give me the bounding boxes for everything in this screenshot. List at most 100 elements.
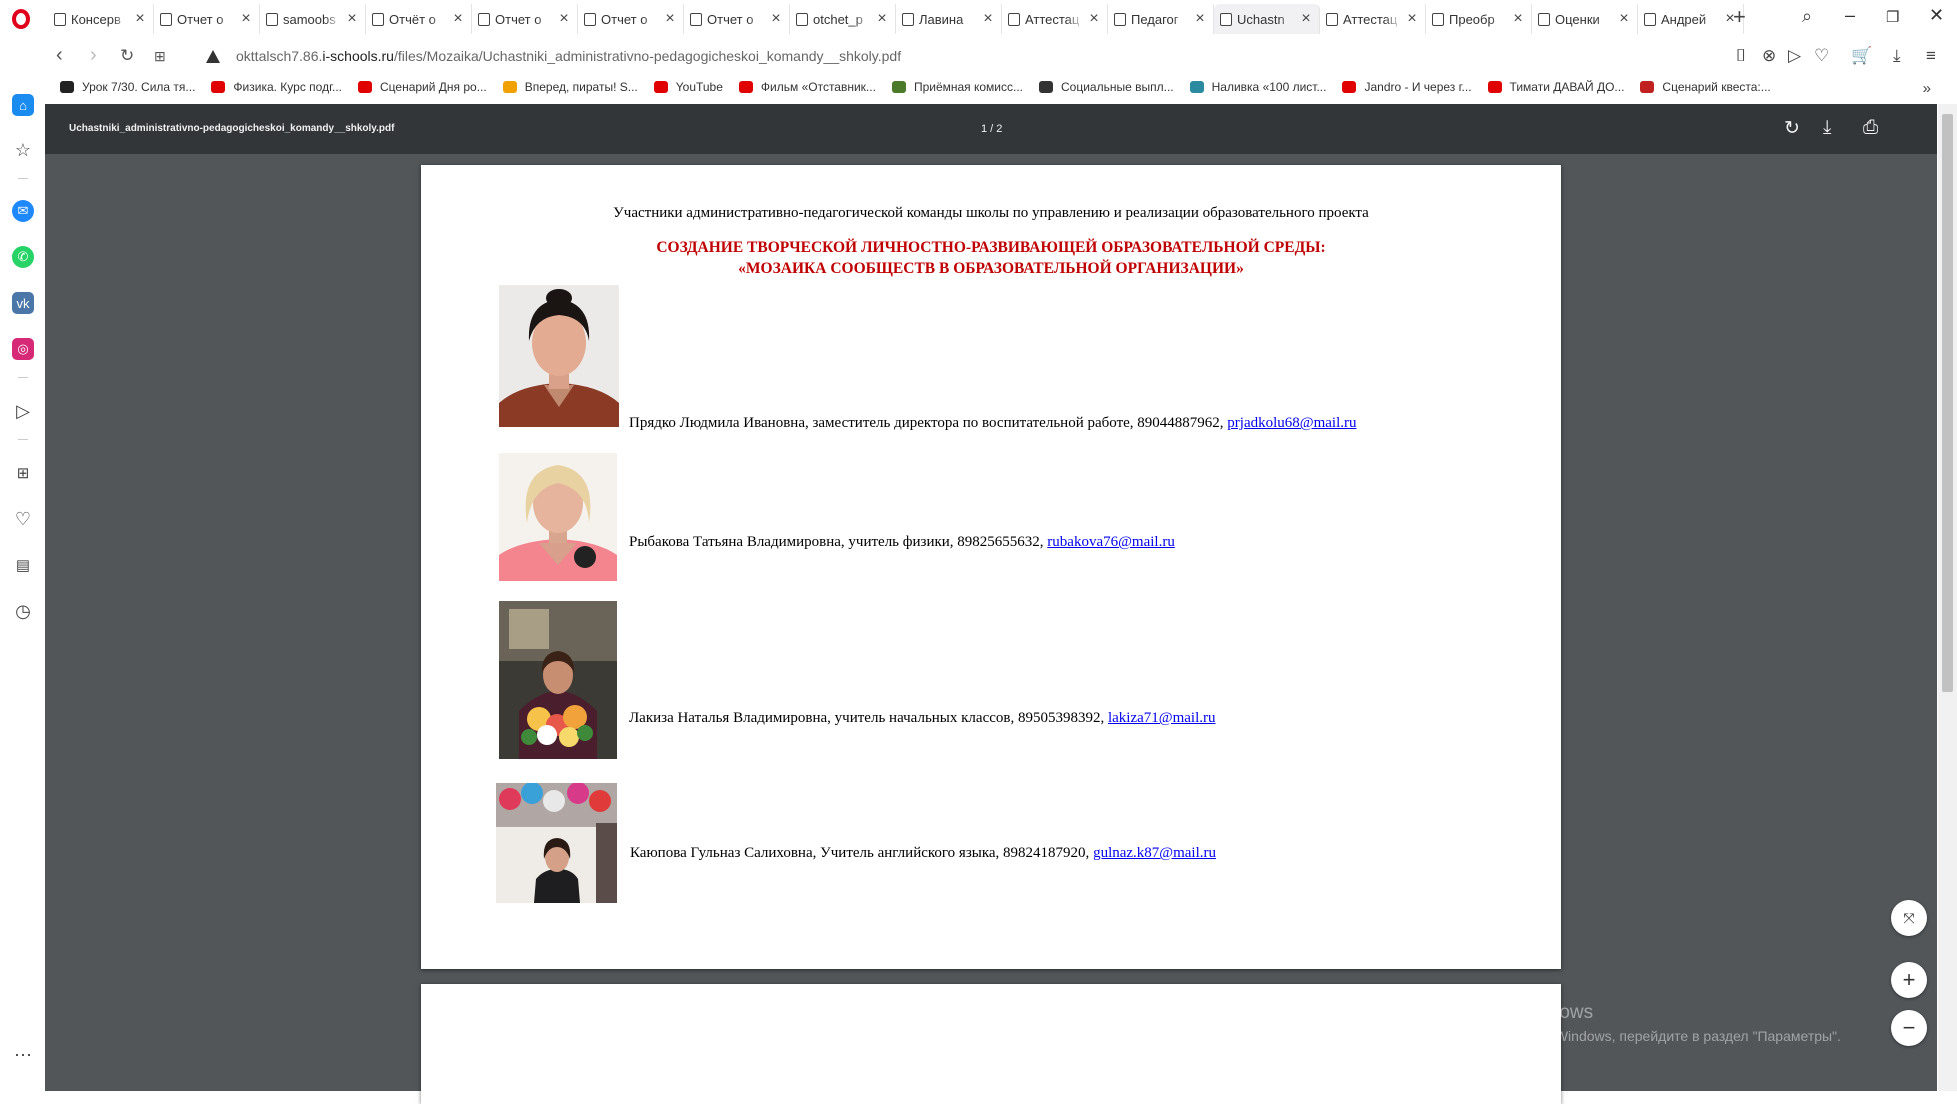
browser-tab[interactable]: samoobs × [260,4,366,34]
new-tab-button[interactable]: + [1733,4,1746,30]
print-icon[interactable]: ⎙ [1863,117,1878,139]
tab-close-icon[interactable]: × [345,10,359,28]
tab-close-icon[interactable]: × [875,10,889,28]
forward-icon[interactable]: › [90,44,97,67]
browser-tab[interactable]: Преобр × [1426,4,1532,34]
downloads-icon[interactable]: ⤓ [1893,46,1901,66]
bookmark-heart-icon[interactable]: ♡ [1814,46,1829,66]
tab-close-icon[interactable]: × [769,10,783,28]
tab-favicon-icon [1644,12,1656,26]
reload-icon[interactable]: ↻ [120,46,134,66]
not-secure-warning-icon[interactable] [206,50,220,63]
rotate-icon[interactable]: ↻ [1784,117,1800,140]
bookmark-favicon-icon [60,81,74,93]
bookmark-item[interactable]: Фильм «Отставник... [738,80,876,94]
browser-tab[interactable]: Отчет о × [684,4,790,34]
home-icon[interactable]: ⌂ [12,94,34,116]
speed-dial-icon[interactable]: ⊞ [154,48,166,65]
tab-close-icon[interactable]: × [1617,10,1631,28]
browser-tab[interactable]: Отчет о × [154,4,260,34]
zoom-out-icon[interactable]: − [1891,1010,1927,1046]
tab-close-icon[interactable]: × [451,10,465,28]
crypto-wallet-icon[interactable]: ☆ [12,139,34,161]
email-link[interactable]: gulnaz.k87@mail.ru [1093,845,1216,861]
fit-to-page-icon[interactable]: ⤧ [1891,900,1927,936]
messenger-icon[interactable]: ✉ [12,200,34,222]
bookmark-item[interactable]: Вперед, пираты! S... [502,80,638,94]
tab-title: Аттестац [1343,11,1398,27]
news-icon[interactable]: ▤ [12,554,34,576]
tab-close-icon[interactable]: × [1193,10,1207,28]
instagram-icon[interactable]: ◎ [12,338,34,360]
bookmarks-more-icon[interactable]: » [1923,80,1931,97]
window-close-icon[interactable]: ✕ [1929,5,1944,26]
browser-tab[interactable]: Отчёт о × [366,4,472,34]
browser-tab[interactable]: Педагог × [1108,4,1214,34]
activation-subtitle: Чтобы активировать Windows, перейдите в … [1418,1028,1841,1044]
browser-tab[interactable]: Отчет о × [472,4,578,34]
bookmark-item[interactable]: Урок 7/30. Сила тя... [60,80,195,94]
browser-tab[interactable]: Аттестац × [1320,4,1426,34]
tab-close-icon[interactable]: × [1511,10,1525,28]
snapshot-camera-icon[interactable]: ⌷ [1736,46,1746,66]
vk-icon[interactable]: vk [12,292,34,314]
adblock-icon[interactable]: ⊗ [1762,46,1776,66]
pdf-page-indicator: 1 / 2 [981,123,1003,135]
tab-close-icon[interactable]: × [1299,10,1313,28]
pdf-scrollbar[interactable] [1938,104,1957,1091]
browser-tab[interactable]: Отчет о × [578,4,684,34]
bookmark-item[interactable]: Сценарий квеста:... [1640,80,1771,94]
bookmark-item[interactable]: Jandro - И через г... [1342,80,1472,94]
restore-icon[interactable]: ❐ [1886,8,1899,26]
browser-tab[interactable]: Лавина × [896,4,1002,34]
url-path: /files/Mozaika/Uchastniki_administrativn… [393,48,902,64]
url-field[interactable]: okttalsch7.86.i-schools.ru/files/Mozaika… [236,48,901,64]
browser-tab[interactable]: otchet_p × [790,4,896,34]
opera-menu-logo[interactable] [12,9,30,29]
browser-tab[interactable]: Аттестац × [1002,4,1108,34]
scrollbar-thumb[interactable] [1942,114,1953,692]
sidebar-more-icon[interactable]: ⋯ [12,1044,34,1066]
browser-tab[interactable]: Консерв × [48,4,154,34]
download-icon[interactable]: ⤓ [1823,117,1831,139]
browser-tab[interactable]: Uchastn × [1214,4,1320,34]
bookmark-item[interactable]: Наливка «100 лист... [1189,80,1326,94]
minimize-icon[interactable]: – [1845,5,1855,26]
email-link[interactable]: rubakova76@mail.ru [1047,534,1175,550]
bookmark-item[interactable]: Тимати ДАВАЙ ДО... [1487,80,1624,94]
tab-close-icon[interactable]: × [1405,10,1419,28]
sidebar: ⌂ ☆ ✉ ✆ vk ◎ ▷ ⊞ ♡ ▤ ◷ ⋯ [0,84,45,1091]
speed-dial-icon[interactable]: ⊞ [12,462,34,484]
tab-title: Консерв [71,11,121,27]
tab-close-icon[interactable]: × [239,10,253,28]
bookmark-item[interactable]: YouTube [653,80,723,94]
tab-close-icon[interactable]: × [663,10,677,28]
tab-favicon-icon [160,12,172,26]
bookmark-item[interactable]: Приёмная комисс... [891,80,1023,94]
whatsapp-icon[interactable]: ✆ [12,246,34,268]
tab-favicon-icon [1008,12,1020,26]
send-icon[interactable]: ▷ [1788,46,1801,66]
tab-search-icon[interactable]: ⌕ [1802,6,1812,27]
back-icon[interactable]: ‹ [56,44,63,67]
tab-favicon-icon [690,12,702,26]
zoom-in-icon[interactable]: + [1891,962,1927,998]
email-link[interactable]: prjadkolu68@mail.ru [1227,415,1356,431]
bookmark-item[interactable]: Физика. Курс подг... [211,80,342,94]
email-link[interactable]: lakiza71@mail.ru [1108,710,1216,726]
bookmark-item[interactable]: Социальные выпл... [1039,80,1174,94]
tab-close-icon[interactable]: × [557,10,571,28]
browser-tab[interactable]: Андрей × [1638,4,1744,34]
tab-close-icon[interactable]: × [981,10,995,28]
history-icon[interactable]: ◷ [12,600,34,622]
tab-close-icon[interactable]: × [133,10,147,28]
tab-close-icon[interactable]: × [1087,10,1101,28]
browser-tab[interactable]: Оценки × [1532,4,1638,34]
bookmark-item[interactable]: Сценарий Дня ро... [358,80,487,94]
shopping-cart-icon[interactable]: 🛒 [1851,46,1872,66]
pdf-page [421,984,1561,1104]
easy-setup-icon[interactable]: ≡ [1926,46,1936,66]
send-icon[interactable]: ▷ [12,400,34,422]
bookmarks-heart-icon[interactable]: ♡ [12,508,34,530]
tab-favicon-icon [1220,12,1232,26]
